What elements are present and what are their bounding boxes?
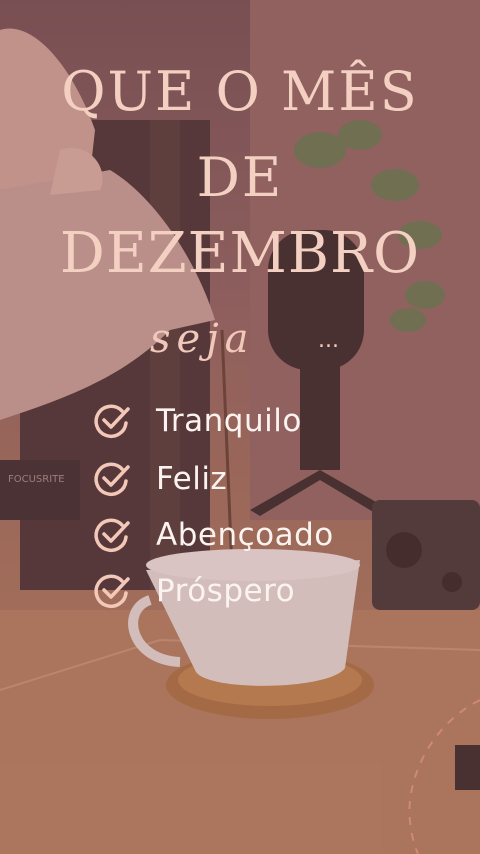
- headline-line-2: DE: [196, 146, 284, 209]
- wish-item-prospero: Próspero: [92, 568, 295, 614]
- wish-label: Abençoado: [156, 517, 334, 553]
- subtitle-ellipsis: ...: [318, 328, 339, 353]
- story-card: FOCUSRITE QUE O MÊS DE DEZEMBRO seja ...…: [0, 0, 480, 854]
- wish-label: Feliz: [156, 461, 228, 497]
- check-circle-icon: [94, 574, 130, 609]
- check-circle-icon: [94, 462, 130, 497]
- wish-label: Próspero: [156, 573, 296, 609]
- wish-item-tranquilo: Tranquilo: [92, 398, 302, 444]
- subtitle-script: seja: [150, 316, 255, 362]
- wish-label: Tranquilo: [156, 403, 302, 439]
- check-circle-icon: [94, 518, 130, 553]
- headline-line-3: DEZEMBRO: [59, 221, 421, 286]
- check-circle-icon: [94, 404, 130, 439]
- headline-line-1: QUE O MÊS: [61, 60, 419, 123]
- wish-item-abencoado: Abençoado: [92, 512, 334, 558]
- wish-item-feliz: Feliz: [92, 456, 227, 502]
